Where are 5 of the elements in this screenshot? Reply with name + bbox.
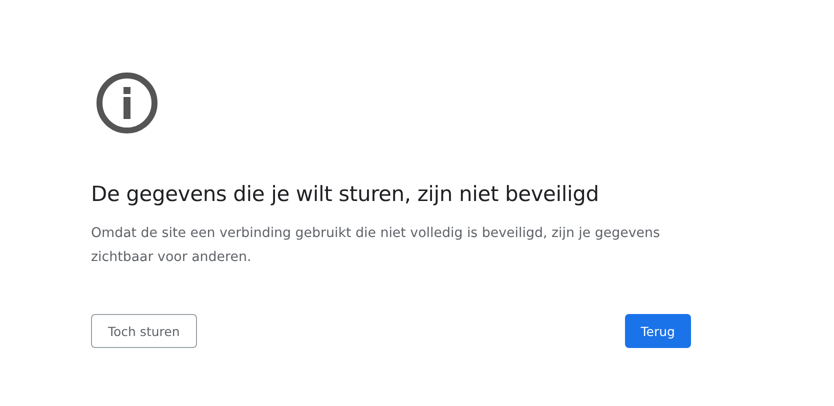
proceed-button[interactable]: Toch sturen — [91, 314, 197, 348]
warning-heading: De gegevens die je wilt sturen, zijn niet beveiligd — [91, 181, 600, 208]
info-icon — [96, 72, 158, 134]
back-button[interactable]: Terug — [624, 314, 691, 348]
warning-message: Omdat de site een verbinding gebruikt die niet volledig is beveiligd, zijn je gegevens zichtbaar voor anderen. — [91, 225, 662, 267]
